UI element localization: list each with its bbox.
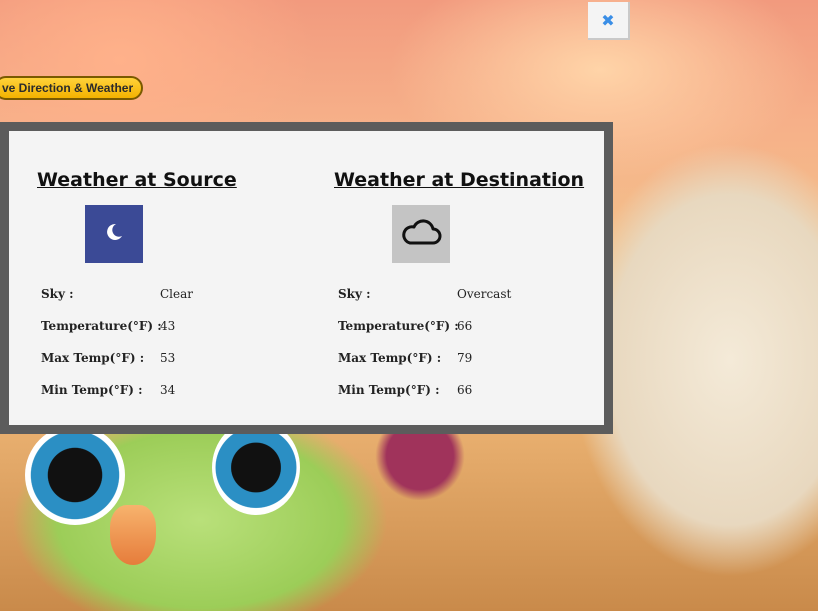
cloud-icon bbox=[400, 217, 442, 251]
destination-sky-value: Overcast bbox=[457, 287, 512, 301]
destination-min-temp-value: 66 bbox=[457, 383, 473, 397]
background-bird-left-eye bbox=[25, 425, 125, 525]
source-min-temp-label: Min Temp(°F) : bbox=[41, 383, 143, 397]
source-weather-title: Weather at Source bbox=[37, 169, 237, 191]
weather-panel: Weather at Source Sky : Clear Temperatur… bbox=[0, 122, 613, 434]
destination-temperature-value: 66 bbox=[457, 319, 473, 333]
destination-max-temp-label: Max Temp(°F) : bbox=[338, 351, 442, 365]
source-min-temp-value: 34 bbox=[160, 383, 176, 397]
close-button[interactable]: ✖ bbox=[588, 2, 630, 40]
background-bird-beak bbox=[110, 505, 156, 565]
destination-max-temp-value: 79 bbox=[457, 351, 473, 365]
destination-min-temp-label: Min Temp(°F) : bbox=[338, 383, 440, 397]
moon-icon bbox=[103, 221, 125, 247]
source-weather-icon-box bbox=[85, 205, 143, 263]
destination-temperature-label: Temperature(°F) : bbox=[338, 319, 459, 333]
source-max-temp-label: Max Temp(°F) : bbox=[41, 351, 145, 365]
close-icon: ✖ bbox=[601, 10, 615, 30]
source-max-temp-value: 53 bbox=[160, 351, 176, 365]
source-temperature-value: 43 bbox=[160, 319, 176, 333]
destination-sky-label: Sky : bbox=[338, 287, 371, 301]
direction-weather-button[interactable]: ve Direction & Weather bbox=[0, 76, 144, 100]
destination-weather-title: Weather at Destination bbox=[334, 169, 585, 191]
source-sky-value: Clear bbox=[160, 287, 194, 301]
background-bird-right-eye bbox=[212, 420, 300, 515]
source-sky-label: Sky : bbox=[41, 287, 74, 301]
destination-weather-icon-box bbox=[392, 205, 450, 263]
source-temperature-label: Temperature(°F) : bbox=[41, 319, 162, 333]
